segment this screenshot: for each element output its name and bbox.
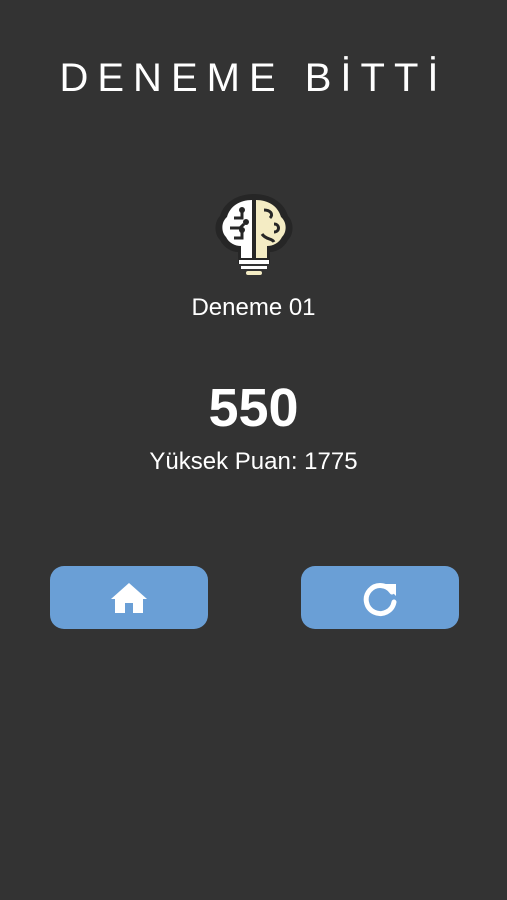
restart-icon — [360, 578, 400, 618]
high-score-label: Yüksek Puan: 1775 — [149, 448, 358, 475]
score-value: 550 — [208, 378, 299, 438]
home-button[interactable] — [50, 566, 208, 629]
restart-button[interactable] — [301, 566, 459, 629]
home-icon — [109, 580, 149, 616]
level-name: Deneme 01 — [191, 294, 316, 321]
screen-title: DENEME BİTTİ — [59, 56, 448, 100]
brain-lightbulb-icon — [208, 188, 300, 280]
